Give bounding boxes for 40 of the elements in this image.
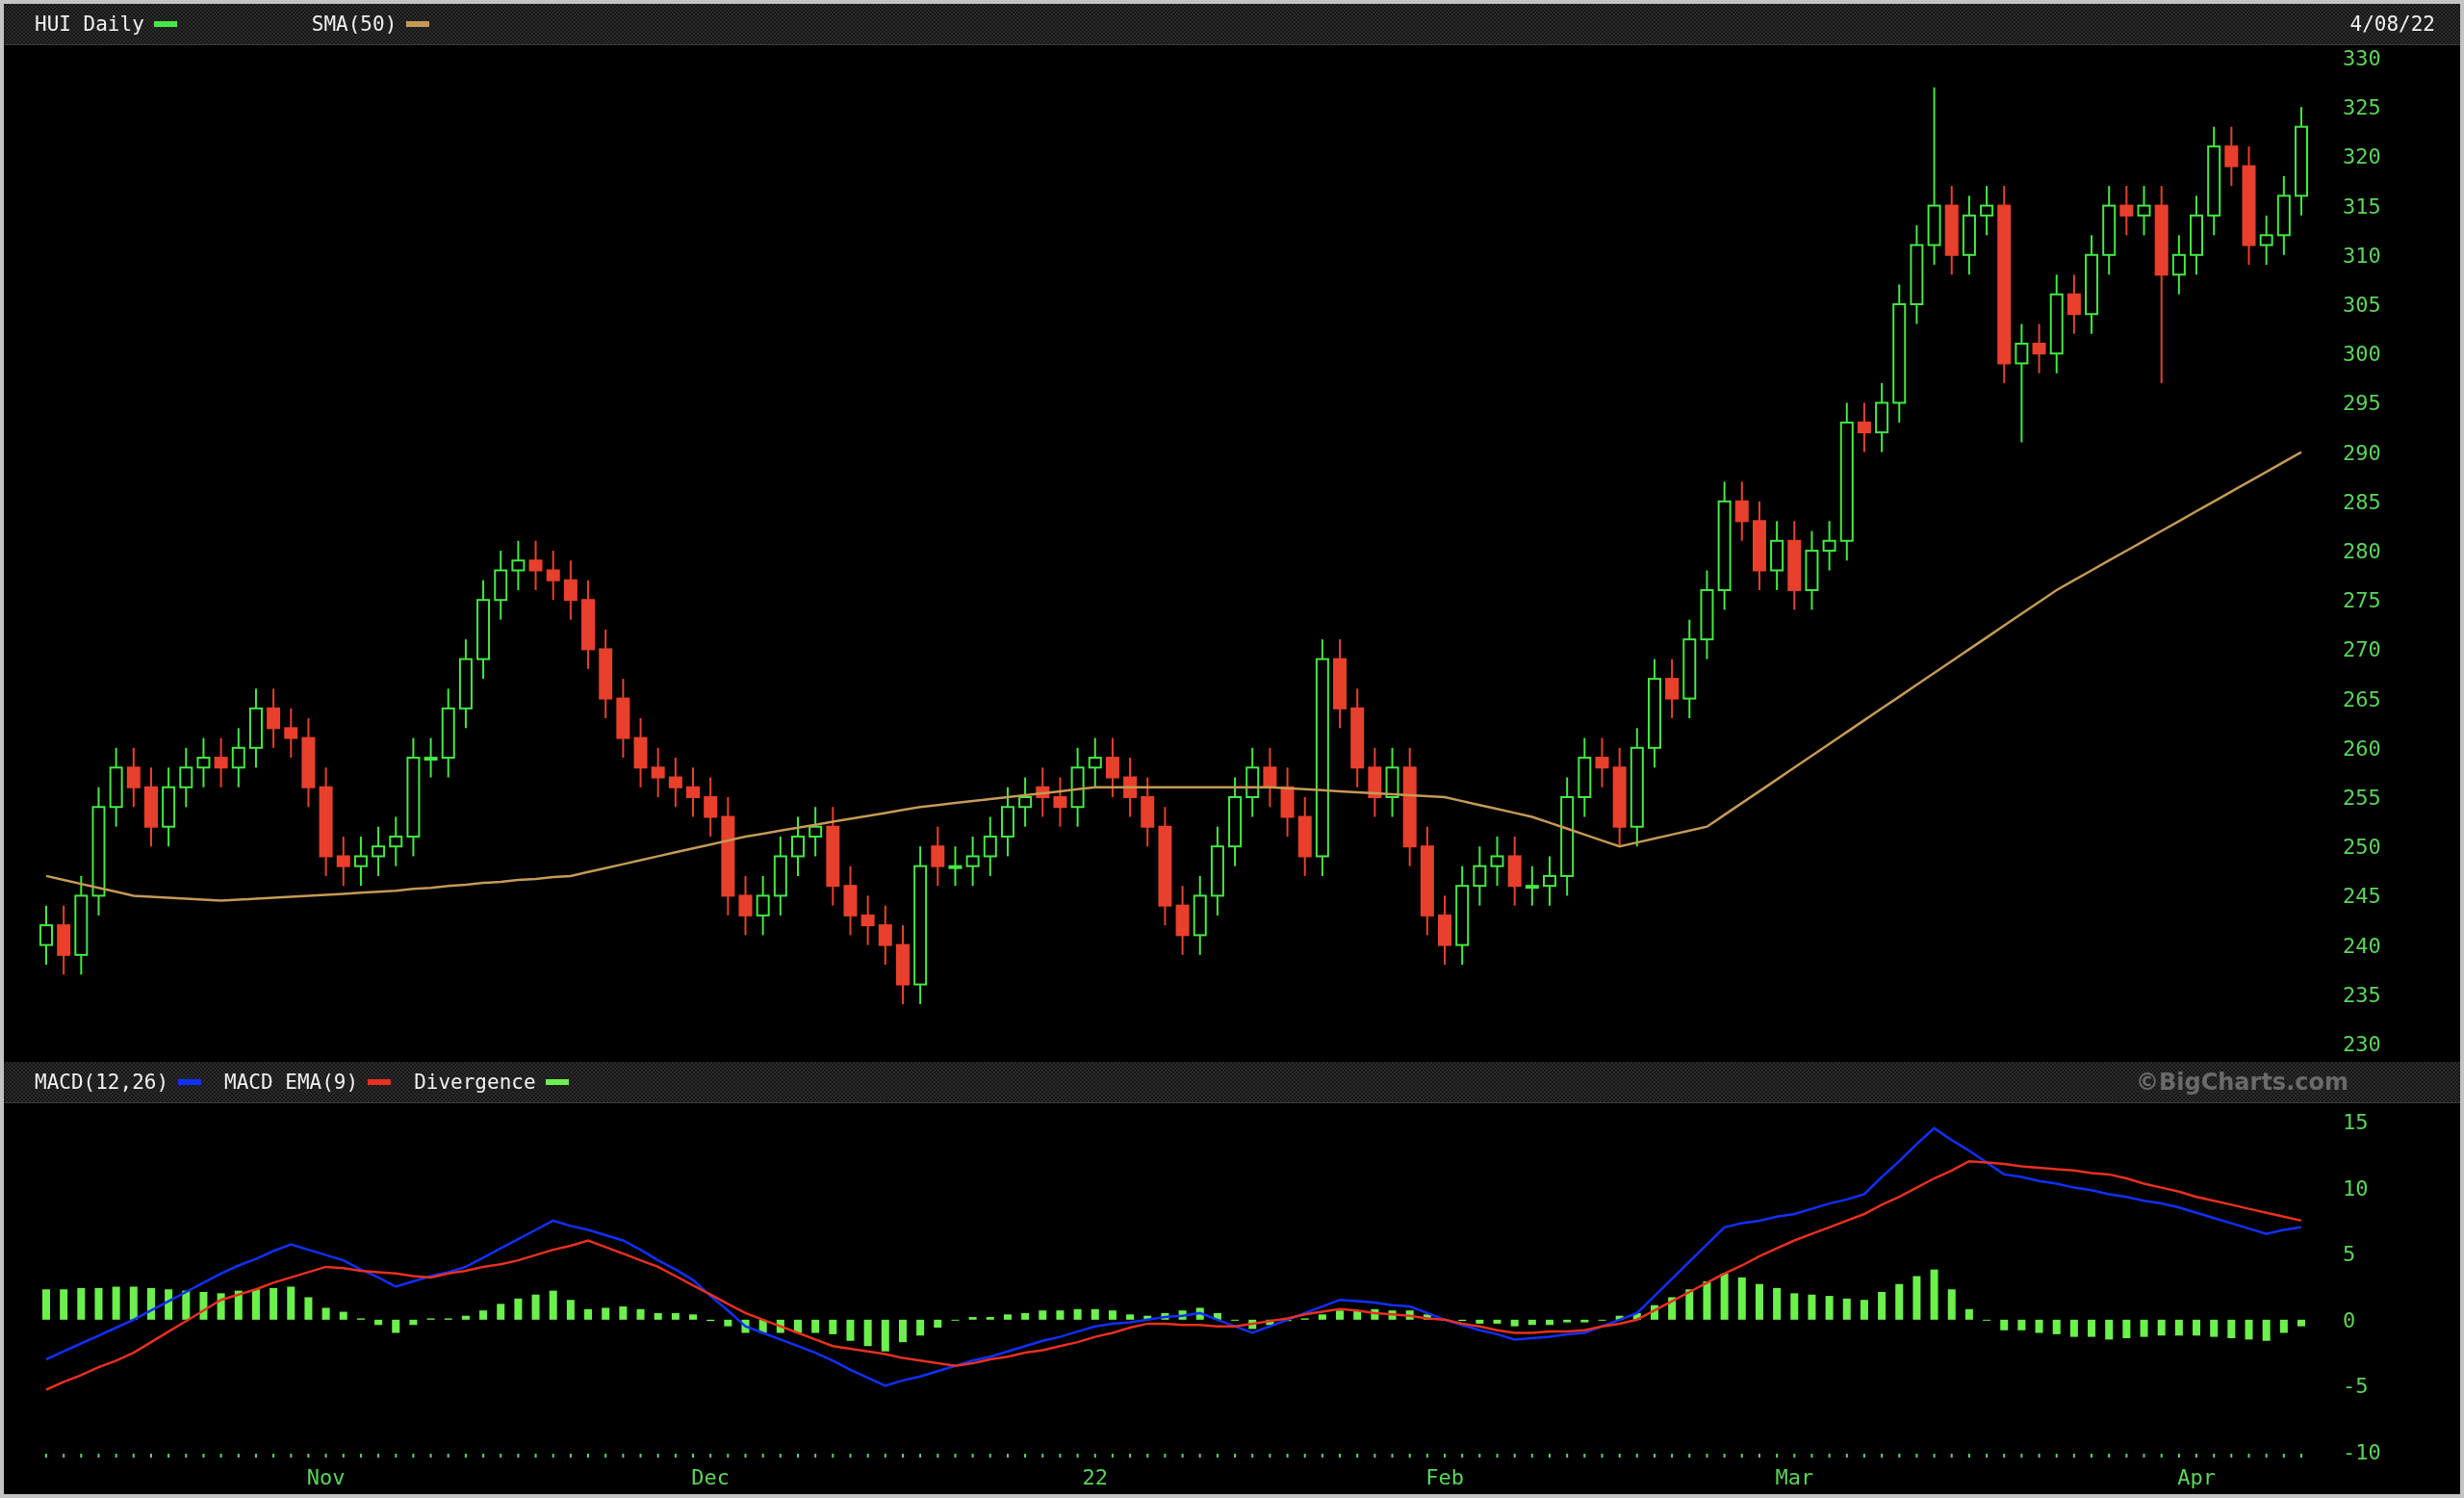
axis-label: Feb bbox=[1425, 1465, 1464, 1489]
axis-label: 10 bbox=[2343, 1175, 2369, 1201]
axis-label: 235 bbox=[2343, 982, 2381, 1007]
axis-label: -10 bbox=[2343, 1440, 2381, 1464]
chart-date: 4/08/22 bbox=[2349, 13, 2435, 36]
axis-label: 315 bbox=[2343, 194, 2381, 219]
axis-label: -5 bbox=[2343, 1374, 2369, 1399]
legend-label: MACD(12,26) bbox=[35, 1071, 169, 1094]
legend-label: Divergence bbox=[414, 1071, 536, 1094]
axis-label: 260 bbox=[2343, 736, 2381, 761]
legend-label: MACD EMA(9) bbox=[224, 1071, 359, 1094]
axis-label: 285 bbox=[2343, 489, 2381, 514]
axis-label: 270 bbox=[2343, 637, 2381, 662]
axis-label: 240 bbox=[2343, 933, 2381, 958]
axis-label: 310 bbox=[2343, 243, 2381, 268]
axis-label: 22 bbox=[1082, 1465, 1108, 1489]
axis-label: Nov bbox=[306, 1465, 346, 1489]
axis-label: 320 bbox=[2343, 144, 2381, 169]
axis-label: 230 bbox=[2343, 1032, 2381, 1056]
axis-label: 295 bbox=[2343, 391, 2381, 416]
axis-label: 250 bbox=[2343, 835, 2381, 860]
axis-label: 280 bbox=[2343, 539, 2381, 563]
axis-label: Dec bbox=[691, 1465, 731, 1489]
axis-label: 5 bbox=[2343, 1242, 2356, 1267]
axis-label: 300 bbox=[2343, 342, 2381, 367]
axis-label: 325 bbox=[2343, 95, 2381, 120]
axis-label: 265 bbox=[2343, 686, 2381, 711]
legend-label: SMA(50) bbox=[311, 13, 398, 36]
axis-label: 290 bbox=[2343, 440, 2381, 465]
axis-label: 15 bbox=[2343, 1110, 2369, 1134]
legend-label: HUI Daily bbox=[35, 13, 144, 36]
axis-label: 275 bbox=[2343, 588, 2381, 613]
axis-label: 330 bbox=[2343, 46, 2381, 70]
credit-text: ©BigCharts.com bbox=[2135, 1069, 2348, 1096]
axis-label: Mar bbox=[1775, 1465, 1814, 1489]
axis-label: Apr bbox=[2177, 1465, 2216, 1489]
axis-label: 0 bbox=[2343, 1307, 2356, 1332]
axis-label: 305 bbox=[2343, 293, 2381, 317]
axis-label: 245 bbox=[2343, 884, 2381, 909]
axis-label: 255 bbox=[2343, 786, 2381, 810]
